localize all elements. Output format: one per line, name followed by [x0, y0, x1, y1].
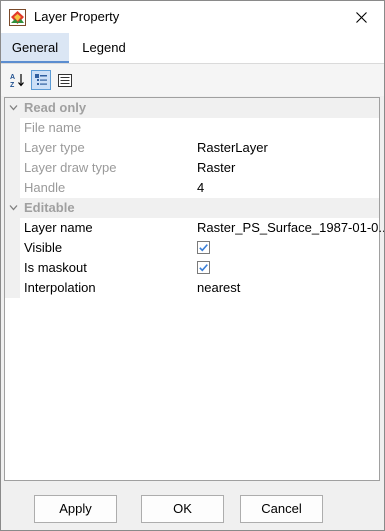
tab-legend[interactable]: Legend: [71, 33, 137, 63]
categorized-icon: [35, 74, 47, 85]
interpolation-field[interactable]: nearest: [197, 280, 240, 295]
tab-strip: General Legend: [1, 33, 384, 64]
ok-button[interactable]: OK: [141, 495, 224, 523]
row-margin: [5, 138, 20, 158]
svg-text:A: A: [10, 74, 15, 81]
cancel-button[interactable]: Cancel: [240, 495, 323, 523]
categorized-button[interactable]: [31, 70, 51, 90]
property-row-layer-draw-type[interactable]: Layer draw type Raster: [5, 158, 379, 178]
apply-button[interactable]: Apply: [34, 495, 117, 523]
property-row-is-maskout[interactable]: Is maskout: [5, 258, 379, 278]
row-margin: [5, 258, 20, 278]
row-margin: [5, 118, 20, 138]
tab-general[interactable]: General: [1, 33, 69, 63]
svg-text:Z: Z: [10, 82, 15, 88]
category-label: Editable: [24, 200, 75, 215]
layer-property-dialog: Layer Property General Legend A Z Read o…: [0, 0, 385, 531]
category-editable[interactable]: Editable: [5, 198, 379, 218]
property-value: Raster: [197, 160, 236, 175]
app-icon: [9, 9, 26, 26]
row-margin: [5, 278, 20, 298]
property-name: File name: [24, 120, 82, 135]
close-button[interactable]: [338, 1, 384, 33]
property-name: Interpolation: [24, 280, 96, 295]
collapse-chevron-icon[interactable]: [9, 103, 18, 112]
property-name: Layer draw type: [24, 160, 117, 175]
property-row-visible[interactable]: Visible: [5, 238, 379, 258]
property-value: 4: [197, 180, 205, 195]
property-pages-icon: [58, 73, 72, 87]
property-row-handle[interactable]: Handle 4: [5, 178, 379, 198]
property-row-layer-type[interactable]: Layer type RasterLayer: [5, 138, 379, 158]
visible-checkbox[interactable]: [197, 241, 210, 254]
property-pages-button[interactable]: [55, 70, 75, 90]
property-name: Layer type: [24, 140, 85, 155]
property-row-layer-name[interactable]: Layer name Raster_PS_Surface_1987-01-0..…: [5, 218, 384, 238]
collapse-chevron-icon[interactable]: [9, 203, 18, 212]
category-label: Read only: [24, 100, 87, 115]
button-bar: Apply OK Cancel: [1, 481, 384, 530]
close-icon: [355, 11, 367, 23]
property-value: RasterLayer: [197, 140, 268, 155]
sort-alphabetical-icon: A Z: [10, 74, 24, 88]
property-toolbar: A Z: [1, 64, 384, 96]
sort-alphabetical-button[interactable]: A Z: [8, 70, 28, 90]
property-name: Layer name: [24, 220, 93, 235]
property-name: Handle: [24, 180, 66, 195]
property-row-interpolation[interactable]: Interpolation nearest: [5, 278, 379, 298]
property-grid[interactable]: Read only File name Layer type RasterLay…: [4, 97, 384, 481]
property-name: Is maskout: [24, 260, 87, 275]
window-title: Layer Property: [34, 9, 120, 24]
layer-name-field[interactable]: Raster_PS_Surface_1987-01-0...: [197, 220, 384, 235]
row-margin: [5, 178, 20, 198]
is-maskout-checkbox[interactable]: [197, 261, 210, 274]
row-margin: [5, 218, 20, 238]
category-read-only[interactable]: Read only: [5, 98, 379, 118]
property-row-file-name[interactable]: File name: [5, 118, 379, 138]
title-bar[interactable]: Layer Property: [1, 1, 384, 33]
row-margin: [5, 238, 20, 258]
row-margin: [5, 158, 20, 178]
property-name: Visible: [24, 240, 63, 255]
